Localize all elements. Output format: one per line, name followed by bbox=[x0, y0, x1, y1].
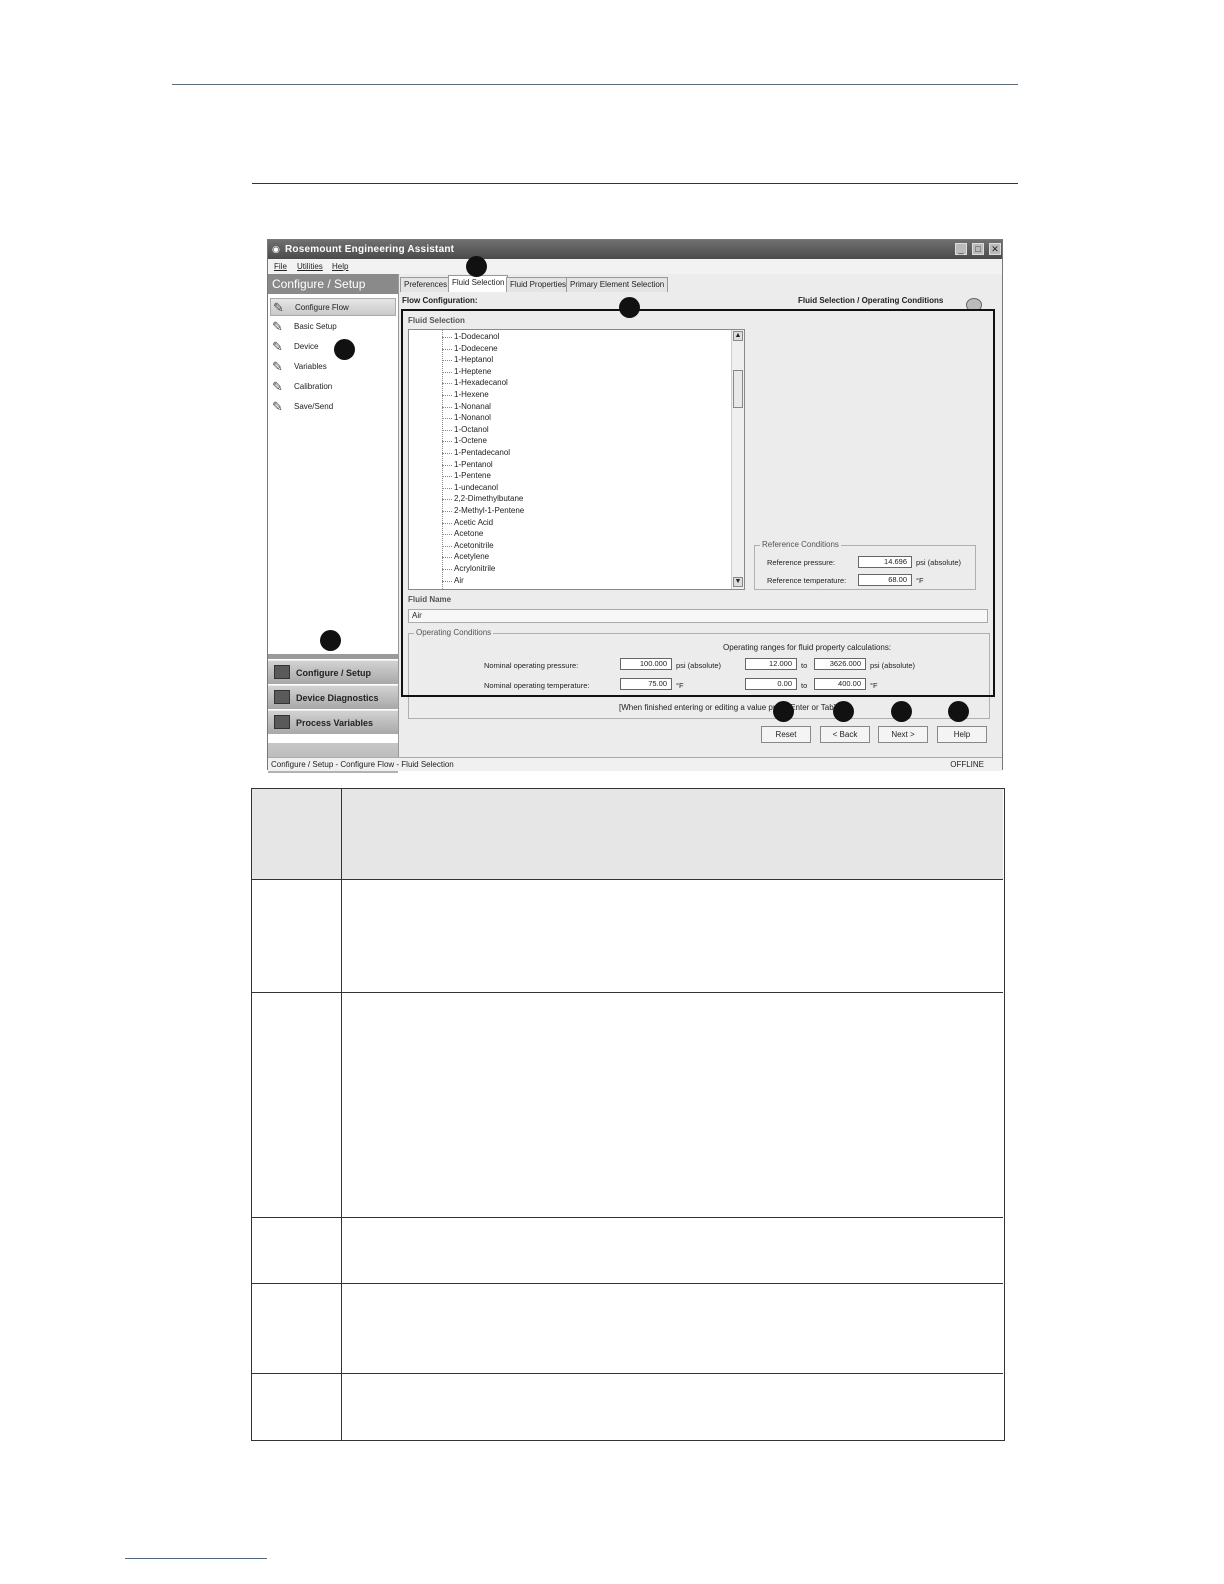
table-divider bbox=[341, 1284, 342, 1374]
callout-marker bbox=[891, 701, 912, 722]
back-button[interactable]: < Back bbox=[820, 726, 870, 743]
tab-primary-element-selection[interactable]: Primary Element Selection bbox=[566, 277, 669, 292]
table-header-row bbox=[252, 789, 1003, 879]
table-divider bbox=[341, 1374, 342, 1440]
process-variables-label: Process Variables bbox=[296, 718, 374, 728]
status-bar: Configure / Setup - Configure Flow - Flu… bbox=[268, 757, 1002, 771]
wrench-icon: ✎ bbox=[272, 379, 283, 394]
callout-table bbox=[251, 788, 1005, 1441]
footer-rule bbox=[125, 1558, 267, 1559]
process-variables-button[interactable]: Process Variables bbox=[268, 710, 398, 734]
entry-hint: [When finished entering or editing a val… bbox=[619, 703, 836, 712]
configure-icon bbox=[274, 665, 290, 679]
minimize-button[interactable]: _ bbox=[955, 243, 967, 255]
callout-marker bbox=[320, 630, 341, 651]
panel-splitter[interactable] bbox=[268, 654, 398, 659]
callout-marker bbox=[334, 339, 355, 360]
nav-variables[interactable]: ✎ Variables bbox=[270, 358, 396, 376]
close-button[interactable]: ✕ bbox=[989, 243, 1001, 255]
help-button[interactable]: Help bbox=[937, 726, 987, 743]
status-path: Configure / Setup - Configure Flow - Flu… bbox=[271, 760, 454, 769]
window-title: Rosemount Engineering Assistant bbox=[285, 244, 455, 255]
diagnostics-icon bbox=[274, 690, 290, 704]
wrench-icon: ✎ bbox=[272, 399, 283, 414]
nav-basic-setup[interactable]: ✎ Basic Setup bbox=[270, 318, 396, 336]
nav-label: Configure Flow bbox=[295, 303, 349, 312]
nav-label: Device bbox=[294, 342, 319, 351]
menu-help[interactable]: Help bbox=[332, 262, 348, 271]
left-panel-header: Configure / Setup bbox=[268, 274, 398, 294]
table-row bbox=[252, 1283, 1003, 1374]
table-divider bbox=[341, 789, 342, 879]
configure-setup-label: Configure / Setup bbox=[296, 668, 371, 678]
callout-marker bbox=[833, 701, 854, 722]
callout-marker bbox=[619, 297, 640, 318]
nav-label: Variables bbox=[294, 362, 327, 371]
menu-file[interactable]: File bbox=[274, 262, 287, 271]
table-row bbox=[252, 879, 1003, 993]
wrench-icon: ✎ bbox=[272, 359, 283, 374]
nav-label: Save/Send bbox=[294, 402, 334, 411]
table-divider bbox=[341, 1218, 342, 1284]
process-variables-icon bbox=[274, 715, 290, 729]
nav-calibration[interactable]: ✎ Calibration bbox=[270, 378, 396, 396]
section-rule bbox=[252, 183, 1018, 184]
next-button[interactable]: Next > bbox=[878, 726, 928, 743]
tab-fluid-properties[interactable]: Fluid Properties bbox=[506, 277, 571, 292]
table-divider bbox=[341, 993, 342, 1218]
app-window: ◉ Rosemount Engineering Assistant _ □ ✕ … bbox=[267, 239, 1003, 773]
flow-configuration-label: Flow Configuration: bbox=[402, 296, 478, 305]
header-rule bbox=[172, 84, 1018, 85]
wrench-icon: ✎ bbox=[273, 300, 284, 315]
tab-fluid-selection[interactable]: Fluid Selection bbox=[448, 275, 509, 292]
table-row bbox=[252, 992, 1003, 1218]
table-row bbox=[252, 1373, 1003, 1440]
callout-marker bbox=[773, 701, 794, 722]
reset-button[interactable]: Reset bbox=[761, 726, 811, 743]
tab-preferences[interactable]: Preferences bbox=[400, 277, 452, 292]
nav-save-send[interactable]: ✎ Save/Send bbox=[270, 398, 396, 416]
wrench-icon: ✎ bbox=[272, 339, 283, 354]
device-diagnostics-button[interactable]: Device Diagnostics bbox=[268, 685, 398, 709]
menu-bar: File Utilities Help bbox=[268, 259, 1002, 274]
title-bar[interactable]: ◉ Rosemount Engineering Assistant _ □ ✕ bbox=[268, 240, 1002, 259]
table-row bbox=[252, 1217, 1003, 1284]
table-divider bbox=[341, 880, 342, 993]
page-heading: Fluid Selection / Operating Conditions bbox=[798, 296, 944, 305]
app-icon: ◉ bbox=[272, 244, 280, 254]
nav-label: Calibration bbox=[294, 382, 333, 391]
nav-device[interactable]: ✎ Device bbox=[270, 338, 396, 356]
callout-marker bbox=[466, 256, 487, 277]
nav-configure-flow[interactable]: ✎ Configure Flow bbox=[270, 298, 396, 316]
flow-configuration-bar: Flow Configuration: Fluid Selection / Op… bbox=[400, 294, 1000, 308]
status-mode: OFFLINE bbox=[950, 760, 984, 769]
menu-utilities[interactable]: Utilities bbox=[297, 262, 323, 271]
maximize-button[interactable]: □ bbox=[972, 243, 984, 255]
configure-setup-button[interactable]: Configure / Setup bbox=[268, 660, 398, 684]
callout-marker bbox=[948, 701, 969, 722]
wrench-icon: ✎ bbox=[272, 319, 283, 334]
highlight-frame bbox=[401, 309, 995, 697]
device-diagnostics-label: Device Diagnostics bbox=[296, 693, 379, 703]
nav-label: Basic Setup bbox=[294, 322, 337, 331]
